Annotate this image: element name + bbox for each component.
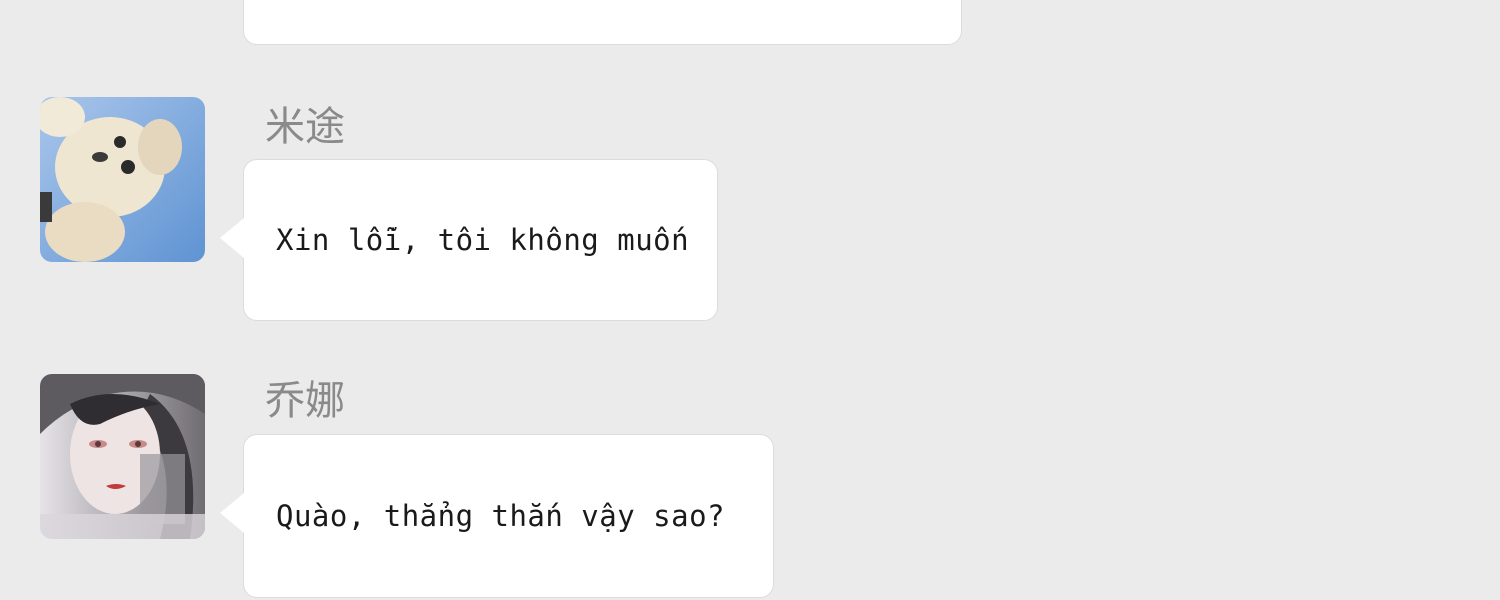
message-text: Xin lỗi, tôi không muốn [276,223,690,257]
message-text: Quào, thẳng thắn vậy sao? [276,499,725,533]
message-bubble: Xin lỗi, tôi không muốn [220,159,718,321]
bubble-tail [220,218,244,258]
sender-name: 米途 [265,104,345,150]
message-bubble-previous [243,0,962,45]
chat-thread: 米途 Xin lỗi, tôi không muốn 乔娜 Quào, thẳn… [0,0,1500,600]
sender-name: 乔娜 [265,378,345,424]
woman-avatar-icon[interactable] [40,374,205,539]
dog-avatar-icon[interactable] [40,97,205,262]
message-bubble: Quào, thẳng thắn vậy sao? [220,434,774,598]
bubble-tail [220,493,244,533]
